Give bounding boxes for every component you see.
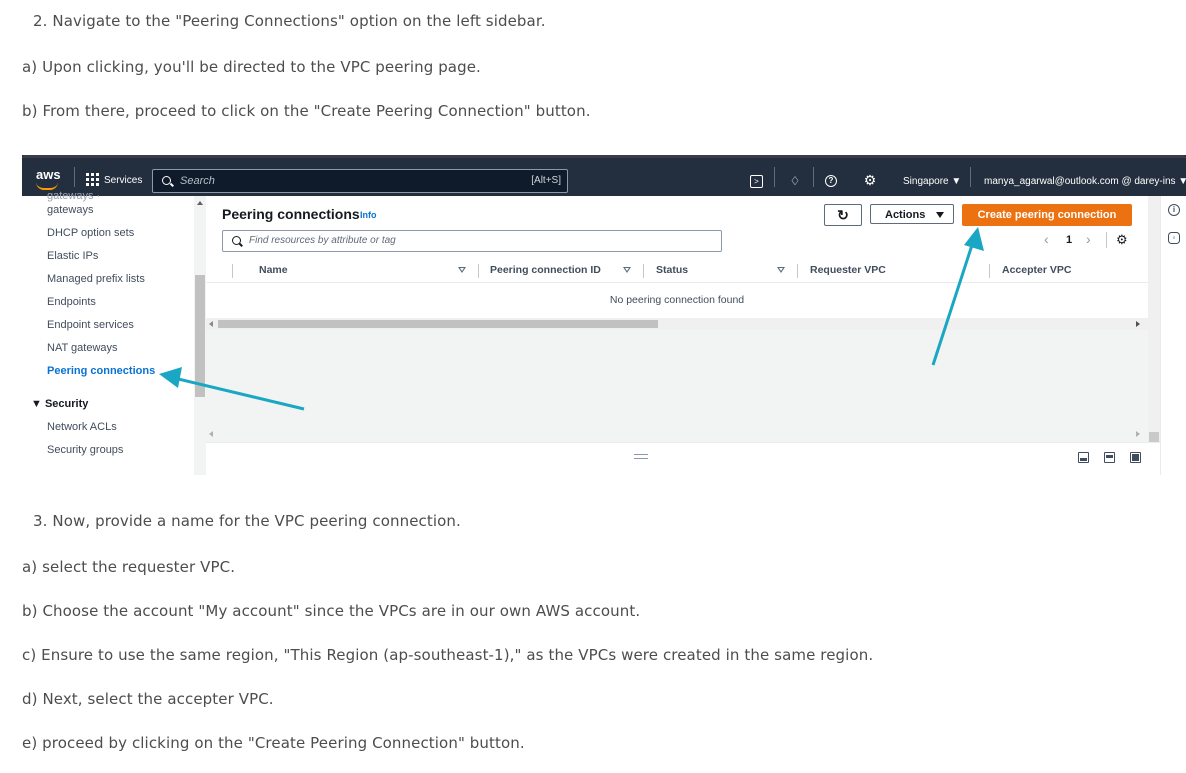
settings-gear-icon[interactable]: ⚙: [863, 173, 877, 187]
account-menu[interactable]: manya_agarwal@outlook.com @ darey-ins ▼: [984, 176, 1186, 187]
content-horizontal-scrollbar[interactable]: [206, 428, 1148, 440]
help-icon[interactable]: ?: [825, 175, 837, 187]
content-vertical-scrollbar[interactable]: [1148, 196, 1160, 444]
search-icon: [162, 176, 171, 185]
aws-logo[interactable]: aws: [36, 167, 61, 182]
sort-icon[interactable]: [458, 267, 466, 273]
step-3b-text: b) Choose the account "My account" since…: [22, 602, 641, 620]
pager-next-icon[interactable]: ›: [1086, 231, 1091, 247]
sidebar-item-endpoints[interactable]: Endpoints: [47, 296, 96, 308]
column-peering-connection-id[interactable]: Peering connection ID: [490, 264, 601, 276]
search-shortcut: [Alt+S]: [531, 175, 561, 186]
pager-page-number[interactable]: 1: [1066, 234, 1072, 246]
step-3a-text: a) select the requester VPC.: [22, 558, 236, 576]
sidebar-item-security-groups[interactable]: Security groups: [47, 444, 123, 456]
sidebar-item-nat-gateways[interactable]: NAT gateways: [47, 342, 118, 354]
search-icon: [232, 236, 241, 245]
right-tools-rail: i ◦: [1160, 196, 1186, 475]
actions-button[interactable]: Actions: [870, 204, 954, 224]
panel-side-icon[interactable]: [1104, 452, 1115, 463]
sidebar-item-elastic-ips[interactable]: Elastic IPs: [47, 250, 98, 262]
sidebar-scrollbar[interactable]: [194, 196, 206, 475]
column-accepter-vpc[interactable]: Accepter VPC: [1002, 264, 1071, 276]
pager-prev-icon[interactable]: ‹: [1044, 231, 1049, 247]
caret-down-icon: [936, 212, 944, 218]
panel-bottom-icon[interactable]: [1078, 452, 1089, 463]
step-3c-text: c) Ensure to use the same region, "This …: [22, 646, 874, 664]
peering-table-panel: Peering connections Info ↻ Actions Creat…: [206, 196, 1148, 324]
vpc-sidebar: gateways · gateways DHCP option sets Ela…: [22, 190, 194, 475]
cloudshell-icon[interactable]: >: [750, 175, 763, 188]
step-2b-text: b) From there, proceed to click on the "…: [22, 102, 591, 120]
sidebar-item-gateways[interactable]: gateways: [47, 204, 93, 216]
column-status[interactable]: Status: [656, 264, 688, 276]
empty-table-message: No peering connection found: [609, 294, 745, 306]
create-peering-connection-button[interactable]: Create peering connection: [962, 204, 1132, 226]
step-3e-text: e) proceed by clicking on the "Create Pe…: [22, 734, 525, 752]
sidebar-item-prefix-lists[interactable]: Managed prefix lists: [47, 273, 145, 285]
filter-placeholder: Find resources by attribute or tag: [249, 235, 396, 246]
table-horizontal-scrollbar[interactable]: [206, 318, 1148, 330]
region-selector[interactable]: Singapore ▼: [903, 176, 961, 187]
bell-icon[interactable]: ♢: [788, 174, 802, 188]
actions-label: Actions: [885, 209, 926, 221]
aws-top-bar: aws Services Search [Alt+S] > ♢ ? ⚙ Sing…: [22, 155, 1186, 196]
step-2-text: 2. Navigate to the "Peering Connections"…: [33, 12, 546, 30]
refresh-button[interactable]: ↻: [824, 204, 862, 226]
aws-console-screenshot: aws Services Search [Alt+S] > ♢ ? ⚙ Sing…: [22, 155, 1186, 475]
step-3-text: 3. Now, provide a name for the VPC peeri…: [33, 512, 461, 530]
sidebar-item-endpoint-services[interactable]: Endpoint services: [47, 319, 134, 331]
sidebar-section-security[interactable]: ▼ Security: [31, 398, 88, 410]
table-header: Name Peering connection ID Status Reques…: [206, 258, 1148, 283]
info-panel-icon[interactable]: i: [1168, 204, 1180, 216]
split-panel: [206, 442, 1160, 475]
sidebar-item-network-acls[interactable]: Network ACLs: [47, 421, 117, 433]
sort-icon[interactable]: [623, 267, 631, 273]
sidebar-item-peering-connections[interactable]: Peering connections: [47, 365, 155, 377]
feedback-icon[interactable]: ◦: [1168, 232, 1180, 244]
global-search-input[interactable]: Search [Alt+S]: [152, 169, 568, 193]
services-menu[interactable]: Services: [104, 175, 142, 186]
info-link[interactable]: Info: [360, 210, 377, 220]
main-content: Peering connections Info ↻ Actions Creat…: [206, 196, 1160, 475]
column-name[interactable]: Name: [259, 264, 288, 276]
column-requester-vpc[interactable]: Requester VPC: [810, 264, 886, 276]
step-2a-text: a) Upon clicking, you'll be directed to …: [22, 58, 481, 76]
panel-full-icon[interactable]: [1130, 452, 1141, 463]
services-grid-icon[interactable]: [86, 173, 99, 186]
step-3d-text: d) Next, select the accepter VPC.: [22, 690, 274, 708]
aws-smile-icon: [36, 182, 58, 190]
sort-icon[interactable]: [777, 267, 785, 273]
sidebar-item-cut: gateways ·: [47, 190, 101, 202]
filter-input[interactable]: Find resources by attribute or tag: [222, 230, 722, 252]
split-panel-drag-handle[interactable]: [634, 454, 648, 459]
page-title: Peering connections: [222, 206, 360, 222]
search-placeholder: Search: [180, 175, 215, 187]
table-settings-gear-icon[interactable]: ⚙: [1116, 232, 1128, 248]
sidebar-item-dhcp[interactable]: DHCP option sets: [47, 227, 134, 239]
